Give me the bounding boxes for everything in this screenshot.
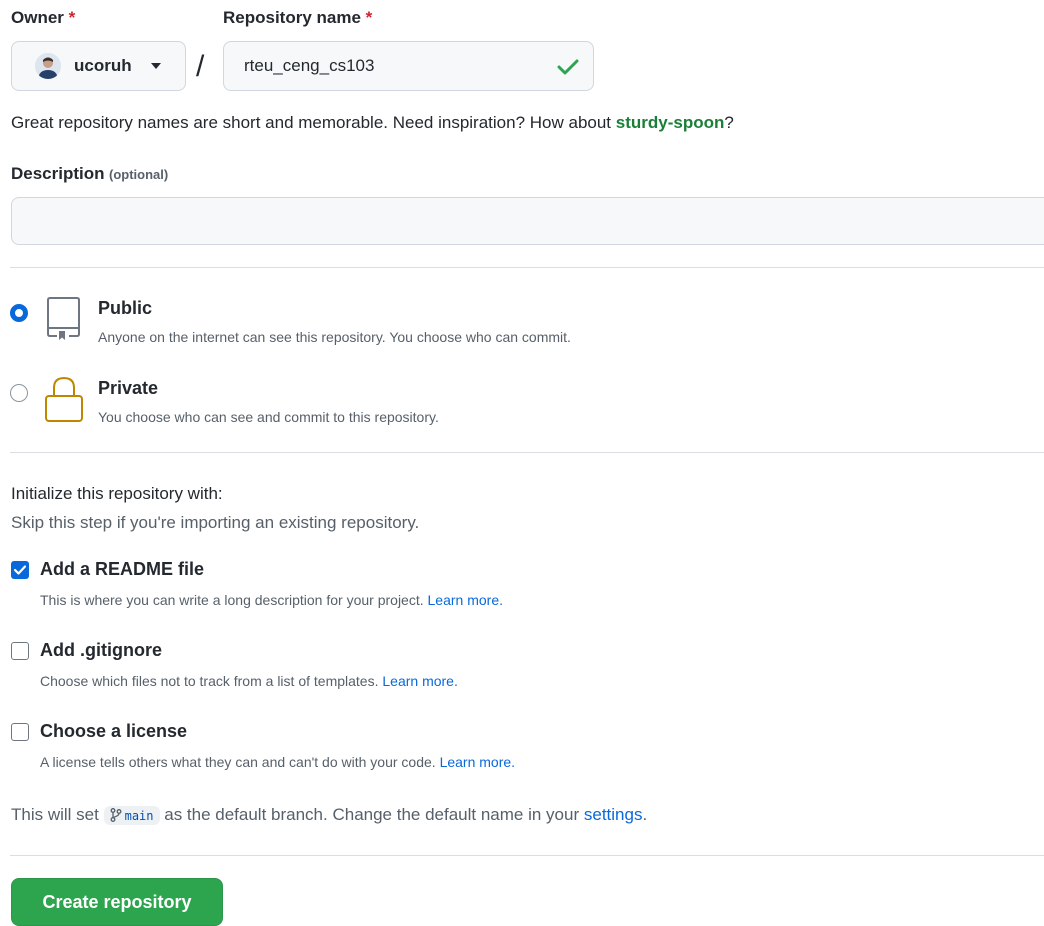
visibility-public-title: Public [98,298,153,318]
owner-label-text: Owner [11,8,64,27]
license-checkbox[interactable] [11,723,29,741]
visibility-public-radio[interactable] [10,304,28,322]
repo-name-label: Repository name * [223,8,372,28]
branch-note-pre: This will set [11,805,99,824]
repo-name-value: rteu_ceng_cs103 [244,56,375,75]
create-repository-button[interactable]: Create repository [11,878,223,926]
description-input[interactable] [11,197,1044,245]
branch-note-post: as the default branch. Change the defaul… [164,805,580,824]
gitignore-learn-more-link[interactable]: Learn more. [382,673,457,689]
license-learn-more-link[interactable]: Learn more. [440,754,515,770]
repo-name-required-mark: * [365,8,373,27]
gitignore-checkbox[interactable] [11,642,29,660]
description-optional: (optional) [108,167,169,182]
license-desc-text: A license tells others what they can and… [40,754,436,770]
visibility-private-desc: You choose who can see and commit to thi… [98,409,439,425]
visibility-private-radio[interactable] [10,384,28,402]
description-label: Description (optional) [11,164,168,184]
init-heading: Initialize this repository with: [11,484,223,503]
gitignore-desc: Choose which files not to track from a l… [40,673,458,689]
owner-name: ucoruh [74,56,132,75]
lock-icon [45,376,83,422]
divider-2 [10,452,1044,453]
visibility-public-desc: Anyone on the internet can see this repo… [98,329,571,345]
gitignore-desc-text: Choose which files not to track from a l… [40,673,379,689]
init-sub: Skip this step if you're importing an ex… [11,513,420,532]
readme-label: Add a README file [40,559,205,579]
readme-checkbox[interactable] [11,561,29,579]
settings-link[interactable]: settings [584,805,643,824]
default-branch-note: This will set main as the default branch… [11,805,648,826]
owner-repo-separator: / [196,50,205,83]
repo-name-label-text: Repository name [223,8,361,27]
checkmark-icon [13,565,27,575]
readme-learn-more-link[interactable]: Learn more. [428,592,503,608]
git-branch-icon [110,808,122,822]
license-label: Choose a license [40,721,188,741]
branch-pill: main [103,806,160,826]
chevron-down-icon [151,63,161,69]
readme-desc: This is where you can write a long descr… [40,592,503,608]
owner-required-mark: * [68,8,76,27]
owner-select[interactable]: ucoruh [11,41,186,91]
repo-name-hint: Great repository names are short and mem… [11,113,734,133]
check-valid-icon [557,59,579,75]
branch-note-end: . [642,805,648,824]
repo-name-input[interactable]: rteu_ceng_cs103 [223,41,594,91]
name-suggestion-link[interactable]: sturdy-spoon [616,113,725,132]
hint-text: Great repository names are short and mem… [11,113,616,132]
description-label-text: Description [11,164,105,183]
avatar-image [35,53,61,79]
branch-name: main [124,809,154,824]
avatar [35,53,61,79]
repo-icon [47,297,80,340]
divider-1 [10,267,1044,268]
gitignore-label: Add .gitignore [40,640,162,660]
hint-end: ? [724,113,734,132]
readme-desc-text: This is where you can write a long descr… [40,592,424,608]
owner-label: Owner * [11,8,75,28]
visibility-private-title: Private [98,378,159,398]
divider-3 [10,855,1044,856]
license-desc: A license tells others what they can and… [40,754,515,770]
